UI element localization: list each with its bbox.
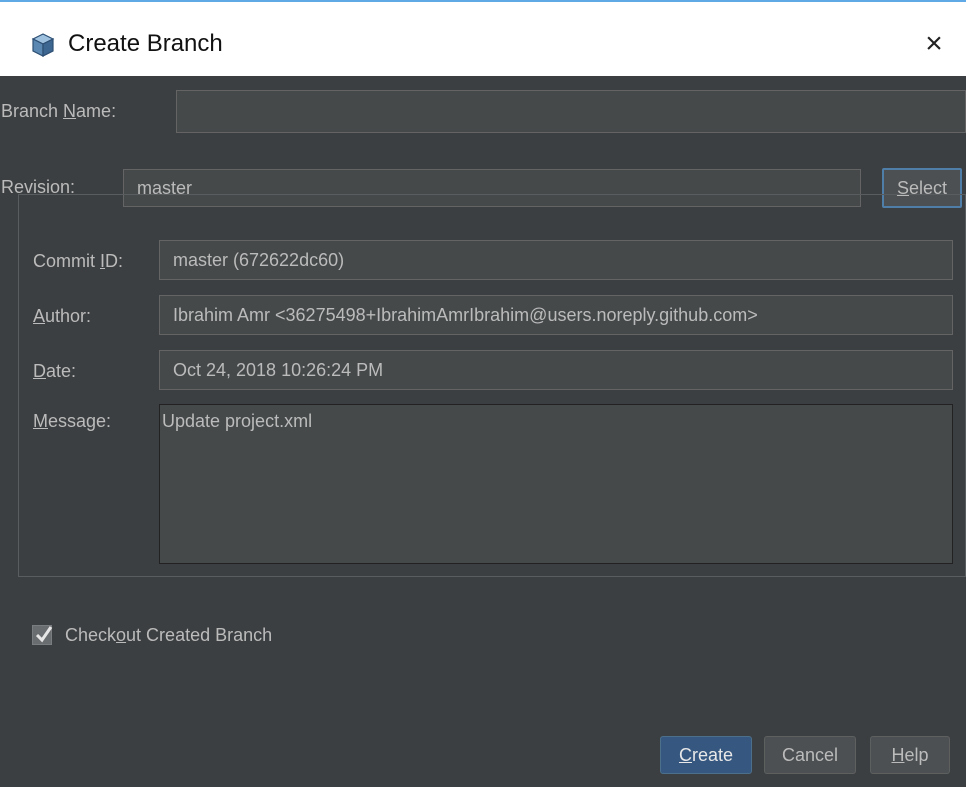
commit-id-value: master (672622dc60) (173, 250, 345, 270)
checkout-label-mnemonic: o (116, 625, 127, 645)
help-button[interactable]: Help (870, 736, 950, 774)
checkmark-icon (35, 626, 53, 643)
date-label-post: ate: (46, 361, 77, 381)
message-label-mnemonic: M (33, 411, 48, 431)
author-field[interactable]: Ibrahim Amr <36275498+IbrahimAmrIbrahim@… (159, 295, 953, 335)
commit-id-label-post: D: (105, 251, 124, 271)
message-value: Update project.xml (162, 411, 313, 431)
message-label-post: essage: (48, 411, 112, 431)
cancel-button[interactable]: Cancel (764, 736, 856, 774)
author-label-mnemonic: A (33, 306, 46, 326)
commit-id-label: Commit ID: (33, 251, 123, 272)
create-button[interactable]: Create (660, 736, 752, 774)
help-button-mnemonic: H (891, 745, 905, 765)
close-button[interactable]: × (912, 24, 956, 64)
checkout-label-post: ut Created Branch (126, 625, 273, 645)
help-button-label: elp (904, 745, 929, 765)
create-button-label: reate (691, 745, 734, 765)
date-label-mnemonic: D (33, 361, 46, 381)
author-label: Author: (33, 306, 91, 327)
create-button-mnemonic: C (678, 745, 692, 765)
date-label: Date: (33, 361, 76, 382)
title-bar[interactable]: Create Branch × (0, 2, 966, 76)
message-textarea[interactable]: Update project.xml (159, 404, 953, 564)
window-title: Create Branch (68, 30, 223, 57)
commit-id-field[interactable]: master (672622dc60) (159, 240, 953, 280)
branch-name-label-pre: Branch (1, 101, 64, 121)
author-value: Ibrahim Amr <36275498+IbrahimAmrIbrahim@… (173, 305, 758, 325)
branch-name-input[interactable] (176, 90, 966, 133)
commit-id-label-pre: Commit (33, 251, 100, 271)
checkout-label-pre: Check (65, 625, 117, 645)
cancel-button-label: Cancel (781, 745, 839, 765)
create-branch-dialog: Branch Name: Revision: master Select Com… (0, 76, 966, 787)
checkout-label[interactable]: Checkout Created Branch (65, 625, 272, 646)
date-field[interactable]: Oct 24, 2018 10:26:24 PM (159, 350, 953, 390)
cube-icon (30, 32, 56, 58)
checkout-checkbox[interactable] (32, 625, 53, 645)
branch-name-label-post: ame: (76, 101, 117, 121)
message-label: Message: (33, 411, 111, 432)
branch-name-label-mnemonic: N (63, 101, 77, 121)
date-value: Oct 24, 2018 10:26:24 PM (173, 360, 384, 380)
author-label-post: uthor: (45, 306, 92, 326)
branch-name-label: Branch Name: (1, 101, 116, 122)
close-icon: × (925, 27, 943, 60)
